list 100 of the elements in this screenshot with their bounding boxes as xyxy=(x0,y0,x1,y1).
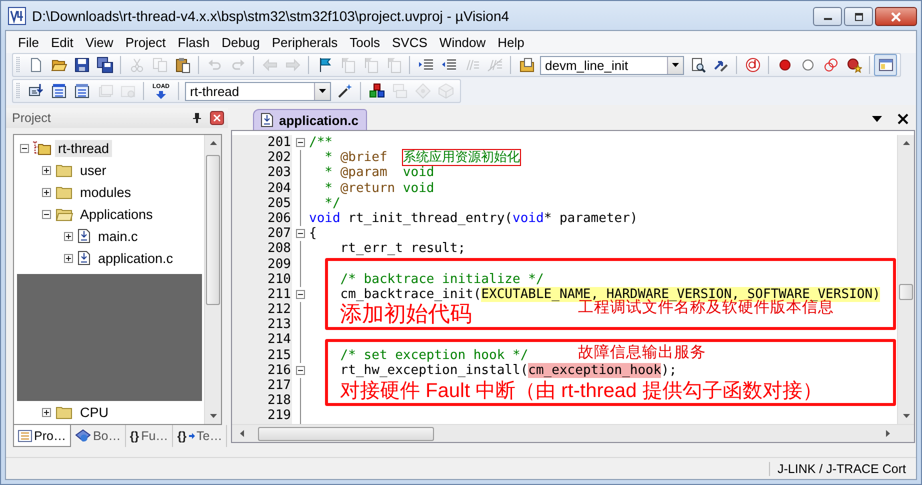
tree-item[interactable]: user xyxy=(77,162,110,178)
line-number: 219 xyxy=(266,408,292,424)
menu-item[interactable]: File xyxy=(12,34,45,50)
menu-item[interactable]: Edit xyxy=(44,34,80,50)
horizontal-scrollbar[interactable] xyxy=(232,424,914,442)
code-line: /* backtrace initialize */ xyxy=(339,272,544,287)
list-icon xyxy=(18,430,32,442)
tree-item[interactable]: rt-thread xyxy=(55,140,112,156)
code-line: void rt_init_thread_entry(void* parameter) xyxy=(309,210,638,226)
collapse-icon[interactable] xyxy=(296,229,305,238)
scrollbar-thumb[interactable] xyxy=(899,284,913,300)
toolbar-grip[interactable] xyxy=(16,56,20,74)
collapse-icon[interactable] xyxy=(20,144,29,152)
maximize-icon xyxy=(854,12,864,20)
code-line: /* set exception hook */ xyxy=(339,348,528,363)
maximize-button[interactable] xyxy=(844,7,873,26)
menu-item[interactable]: Debug xyxy=(216,34,266,50)
caret-icon xyxy=(672,63,679,67)
collapse-icon[interactable] xyxy=(42,210,51,218)
scrollbar-thumb[interactable] xyxy=(258,426,434,440)
panel-tab[interactable]: {} Te… xyxy=(173,425,228,447)
arrow-icon xyxy=(188,433,195,439)
scroll-right-icon[interactable] xyxy=(886,430,890,437)
dropdown-field[interactable]: devm_line_init xyxy=(540,56,684,74)
line-number: 214 xyxy=(266,332,292,348)
expand-icon[interactable] xyxy=(42,188,51,196)
line-number: 206 xyxy=(266,210,292,226)
panel-tab[interactable]: Bo… xyxy=(70,425,126,447)
window-icon[interactable] xyxy=(874,54,897,76)
panel-tab[interactable]: Pro… xyxy=(13,425,71,447)
folder-icon xyxy=(54,162,74,178)
annotation-note: 工程调试文件名称及软硬件版本信息 xyxy=(578,299,834,317)
line-number: 208 xyxy=(266,241,292,256)
line-number: 207 xyxy=(266,226,292,242)
line-number: 202 xyxy=(266,150,292,166)
close-icon[interactable] xyxy=(210,111,224,125)
file-icon xyxy=(76,250,92,266)
folder-icon xyxy=(54,404,74,420)
panel-tab[interactable]: {} Fu… xyxy=(126,425,174,447)
project-icon xyxy=(32,140,52,156)
line-number: 209 xyxy=(266,256,292,272)
menu-item[interactable]: Project xyxy=(119,34,172,50)
close-icon[interactable] xyxy=(897,113,909,125)
expand-icon[interactable] xyxy=(64,232,73,240)
dropdown-field[interactable]: rt-thread xyxy=(185,82,331,100)
menu-item[interactable]: Help xyxy=(492,34,530,50)
diamond-icon xyxy=(74,429,91,443)
file-tab[interactable]: application.c xyxy=(253,109,368,130)
menu-item[interactable]: Window xyxy=(433,34,492,50)
dropdown-icon[interactable] xyxy=(871,115,883,123)
menu-item[interactable]: SVCS xyxy=(386,34,434,50)
expand-icon[interactable] xyxy=(42,166,51,174)
line-number: 210 xyxy=(266,272,292,287)
code-line: rt_hw_exception_install(cm_exception_hook); xyxy=(339,362,677,378)
collapse-icon[interactable] xyxy=(296,138,305,148)
line-number: 205 xyxy=(266,196,292,211)
vertical-scrollbar[interactable] xyxy=(204,135,221,424)
expand-icon[interactable] xyxy=(64,254,73,262)
code-line: */ xyxy=(324,196,340,211)
arrow-down-icon xyxy=(155,90,167,98)
annotation-text: 对接硬件 Fault 中断（由 rt-thread 提供勾子函数对接） xyxy=(340,379,822,404)
line-number: 218 xyxy=(266,393,292,408)
toolbar-grip[interactable] xyxy=(16,82,20,100)
scrollbar-thumb[interactable] xyxy=(206,155,220,305)
collapse-icon[interactable] xyxy=(296,366,305,375)
code-line: * @return void xyxy=(324,180,434,196)
close-button[interactable] xyxy=(875,7,917,26)
vertical-scrollbar[interactable] xyxy=(897,135,914,424)
menu-item[interactable]: Flash xyxy=(172,34,216,50)
menu-item[interactable]: View xyxy=(79,34,120,50)
tree-item[interactable]: modules xyxy=(77,184,134,200)
file-icon xyxy=(260,112,274,128)
pin-icon[interactable] xyxy=(192,112,202,124)
line-number: 212 xyxy=(266,302,292,318)
scroll-down-icon[interactable] xyxy=(902,414,910,418)
folder-icon xyxy=(54,184,74,200)
menu-item[interactable]: Tools xyxy=(344,34,386,50)
code-line: rt_err_t result; xyxy=(339,241,466,256)
code-line: /** xyxy=(309,135,332,150)
line-number: 201 xyxy=(266,135,292,150)
scroll-up-icon[interactable] xyxy=(210,141,216,145)
expand-icon[interactable] xyxy=(42,408,51,416)
annotation-text: 添加初始代码 xyxy=(340,301,472,327)
line-number: 204 xyxy=(266,180,292,196)
status-text: J-LINK / J-TRACE Cort xyxy=(768,462,906,476)
scroll-up-icon[interactable] xyxy=(902,141,910,145)
tree-item[interactable]: CPU xyxy=(77,404,112,420)
tree-item[interactable]: main.c xyxy=(95,228,141,244)
annotation-note: 故障信息输出服务 xyxy=(578,344,706,362)
tree-item[interactable]: application.c xyxy=(95,250,176,266)
scroll-down-icon[interactable] xyxy=(210,414,216,418)
scroll-left-icon[interactable] xyxy=(240,430,244,437)
code-line: * @param void xyxy=(324,165,434,180)
caret-icon xyxy=(319,89,326,93)
minimize-button[interactable] xyxy=(813,7,842,26)
menu-item[interactable]: Peripherals xyxy=(266,34,344,50)
tree-item[interactable]: Applications xyxy=(77,206,156,222)
window-title: D:\Downloads\rt-thread-v4.x.x\bsp\stm32\stm32f103\project.uvproj - µVision4 xyxy=(32,8,510,24)
collapse-icon[interactable] xyxy=(296,290,305,299)
line-number: 203 xyxy=(266,165,292,181)
